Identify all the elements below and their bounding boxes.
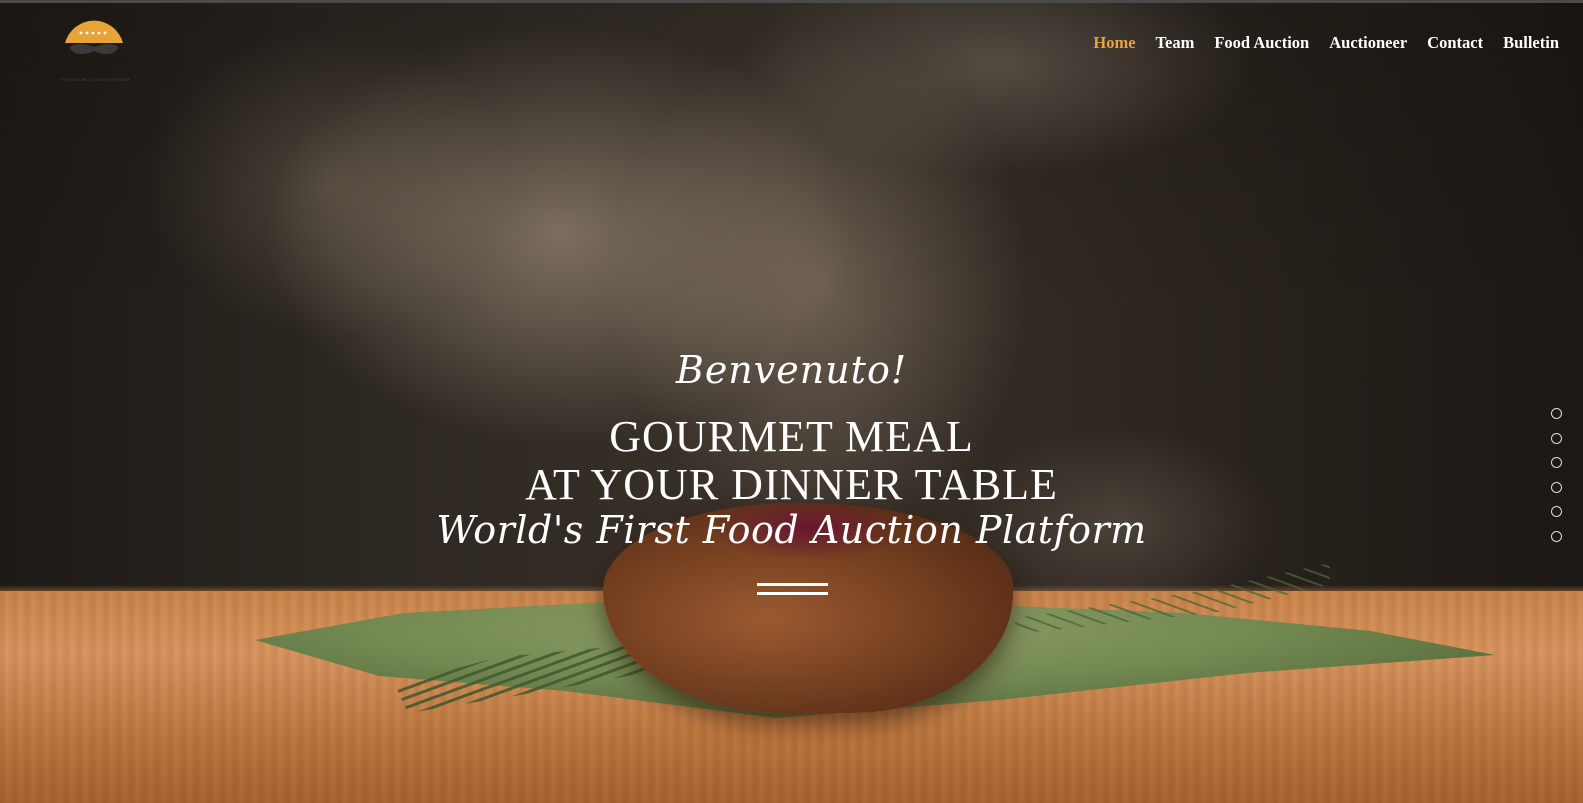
- nav-item-bulletin[interactable]: Bulletin: [1503, 33, 1559, 53]
- main-nav: Home Team Food Auction Auctioneer Contac…: [1073, 33, 1559, 53]
- hero-shade-overlay: [0, 3, 1583, 803]
- slider-dot-5[interactable]: [1551, 506, 1562, 517]
- hero-headline-line-1: GOURMET MEAL: [609, 412, 974, 461]
- nav-item-contact[interactable]: Contact: [1427, 33, 1483, 53]
- brand-logo[interactable]: FOOD THAT WILL CHOOSE YOUR TABLE Hungry …: [55, 7, 135, 87]
- home-page: FOOD THAT WILL CHOOSE YOUR TABLE Hungry …: [0, 0, 1583, 803]
- slider-dots: [1551, 408, 1563, 555]
- nav-item-home[interactable]: Home: [1093, 33, 1135, 53]
- sun-mustache-logo-icon: FOOD THAT WILL CHOOSE YOUR TABLE: [60, 20, 131, 82]
- slider-dot-2[interactable]: [1551, 432, 1562, 444]
- nav-item-food-auction[interactable]: Food Auction: [1214, 33, 1309, 53]
- slider-dot-4[interactable]: [1551, 481, 1562, 493]
- slider-dot-6[interactable]: [1551, 530, 1562, 542]
- hero-greeting: Benvenuto!: [675, 348, 908, 392]
- brand-tagline: FOOD THAT WILL CHOOSE YOUR TABLE: [60, 78, 131, 82]
- nav-item-auctioneer[interactable]: Auctioneer: [1329, 33, 1407, 53]
- hero-divider-icon: [757, 583, 828, 598]
- slider-dot-1[interactable]: [1551, 408, 1562, 419]
- nav-item-team[interactable]: Team: [1156, 33, 1195, 53]
- hero-headline-line-2: AT YOUR DINNER TABLE: [525, 460, 1058, 509]
- brand-name: Hungry Top: [59, 55, 131, 70]
- slider-dot-3[interactable]: [1551, 457, 1562, 468]
- hero-headline: GOURMET MEAL AT YOUR DINNER TABLE: [0, 413, 1583, 509]
- hero-tagline: World's First Food Auction Platform: [436, 508, 1147, 552]
